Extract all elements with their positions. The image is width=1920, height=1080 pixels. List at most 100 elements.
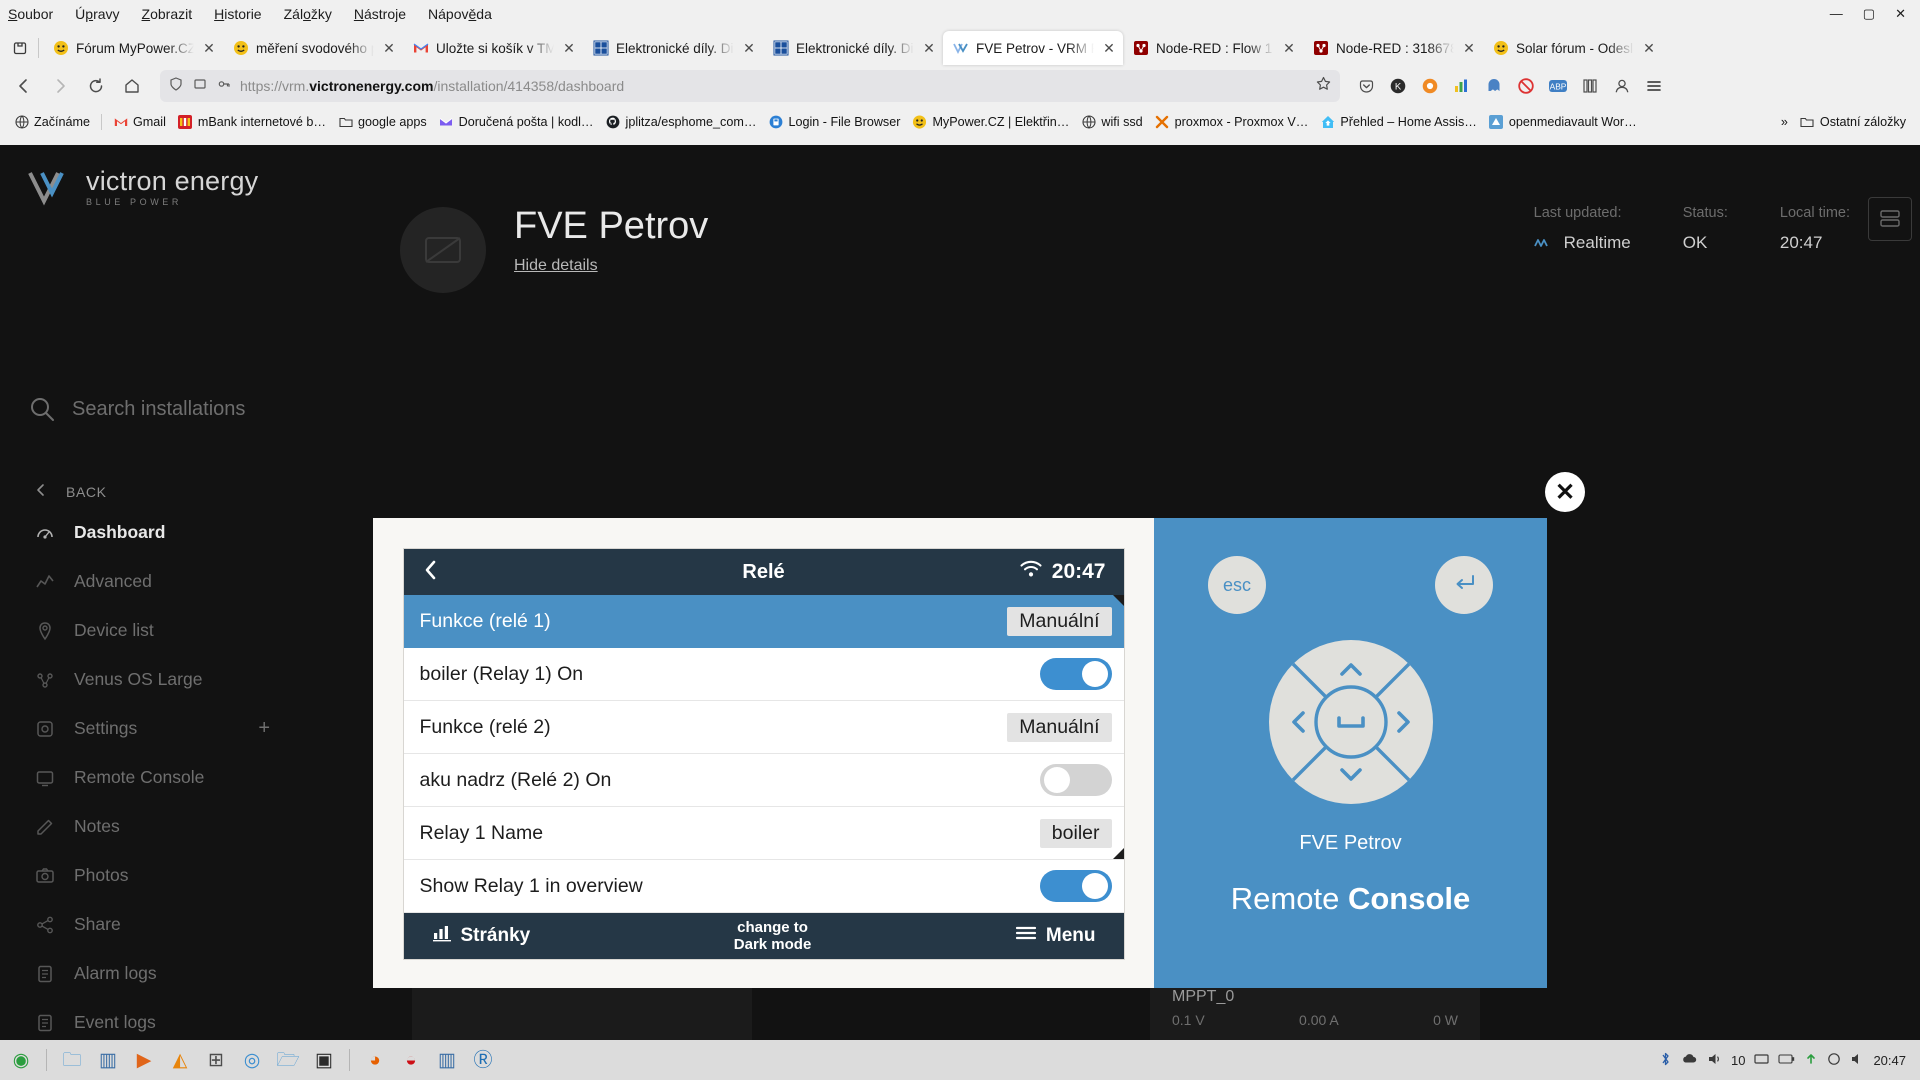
bookmark-item[interactable]: openmediavault Wor… <box>1483 112 1643 133</box>
list-all-tabs-button[interactable] <box>2 31 38 65</box>
network-icon[interactable] <box>1754 1052 1770 1068</box>
sidebar-item-notes[interactable]: Notes <box>0 802 370 851</box>
bookmark-star-icon[interactable] <box>1315 75 1332 97</box>
sidebar-item-photos[interactable]: Photos <box>0 851 370 900</box>
updates-icon[interactable] <box>1804 1052 1818 1069</box>
rstudio-window[interactable]: Ⓡ <box>468 1045 498 1075</box>
gx-toggle[interactable] <box>1039 764 1112 796</box>
battery-icon[interactable] <box>1778 1053 1795 1068</box>
firefox-window[interactable]: ◕ <box>360 1045 390 1075</box>
menu-button[interactable]: ◉ <box>6 1045 36 1075</box>
dpad-left-button[interactable] <box>1269 695 1324 750</box>
chevron-left-icon[interactable] <box>422 559 440 585</box>
shield-icon[interactable] <box>168 76 184 97</box>
volume-icon[interactable] <box>1707 1052 1722 1069</box>
sidebar-item-alarm-logs[interactable]: Alarm logs <box>0 949 370 998</box>
tab-close-button[interactable]: ✕ <box>921 40 937 57</box>
bookmark-item[interactable]: Přehled – Home Assis… <box>1314 112 1483 133</box>
dpad-down-button[interactable] <box>1323 749 1378 804</box>
bookmark-item[interactable]: google apps <box>332 112 433 133</box>
back-arrow-icon[interactable] <box>8 70 40 102</box>
gx-setting-row[interactable]: Funkce (relé 1) Manuální <box>403 595 1124 648</box>
sidebar-item-dashboard[interactable]: Dashboard <box>0 508 370 557</box>
extension-orange-icon[interactable] <box>1416 72 1444 100</box>
hide-details-link[interactable]: Hide details <box>514 257 598 275</box>
bookmark-item[interactable]: mBank internetové b… <box>172 112 332 133</box>
browser-tab[interactable]: měření svodového prou… ✕ <box>223 31 403 65</box>
browser-tab-active[interactable]: FVE Petrov - VRM Porta… ✕ <box>943 31 1123 65</box>
opera-window[interactable]: ◒ <box>396 1045 426 1075</box>
terminal-app[interactable]: ▣ <box>309 1045 339 1075</box>
layout-toggle-button[interactable] <box>1868 197 1912 241</box>
tab-close-button[interactable]: ✕ <box>1461 40 1477 57</box>
extension-chart-icon[interactable] <box>1448 72 1476 100</box>
forward-arrow-icon[interactable] <box>44 70 76 102</box>
browser-tab[interactable]: Solar fórum - Odeslat odpo… ✕ <box>1483 31 1663 65</box>
sidebar-expand-button[interactable]: + <box>258 717 270 740</box>
extension-k-icon[interactable]: K <box>1384 72 1412 100</box>
tab-close-button[interactable]: ✕ <box>1281 40 1297 57</box>
cloud-icon[interactable] <box>1681 1052 1698 1068</box>
tab-close-button[interactable]: ✕ <box>381 40 397 57</box>
sidebar-item-advanced[interactable]: Advanced <box>0 557 370 606</box>
home-icon[interactable] <box>116 70 148 102</box>
chromium-app[interactable]: ◎ <box>237 1045 267 1075</box>
gx-row-value[interactable]: boiler <box>1039 818 1112 848</box>
sidebar-item-settings[interactable]: Settings + <box>0 704 370 753</box>
gx-toggle[interactable] <box>1039 870 1112 902</box>
search-installations[interactable]: Search installations <box>28 395 245 423</box>
bookmarks-overflow-chevron[interactable]: » <box>1781 115 1788 129</box>
gx-row-value[interactable]: Manuální <box>1007 712 1112 742</box>
browser-tab[interactable]: Uložte si košík v TME - k… ✕ <box>403 31 583 65</box>
dpad-center-button[interactable] <box>1323 695 1378 750</box>
tab-close-button[interactable]: ✕ <box>1101 40 1117 57</box>
winamp-app[interactable]: ▥ <box>93 1045 123 1075</box>
reload-icon[interactable] <box>80 70 112 102</box>
lock-icon[interactable] <box>216 76 232 97</box>
bookmark-item[interactable]: MyPower.CZ | Elektřin… <box>906 112 1075 133</box>
media-player-app[interactable]: ▶ <box>129 1045 159 1075</box>
browser-tab[interactable]: Node-RED : Flow 1 ✕ <box>1123 31 1303 65</box>
bookmark-item[interactable]: proxmox - Proxmox V… <box>1149 112 1315 133</box>
bookmark-item[interactable]: wifi ssd <box>1075 112 1148 133</box>
menu-zobrazit[interactable]: Zobrazit <box>142 6 193 22</box>
browser-tab[interactable]: Elektronické díly. Distri… ✕ <box>583 31 763 65</box>
victron-logo[interactable]: victron energy BLUE POWER <box>28 167 258 207</box>
other-bookmarks-folder[interactable]: Ostatní záložky <box>1794 112 1912 133</box>
bookmark-item[interactable]: jplitza/esphome_com… <box>600 112 763 133</box>
search-input[interactable]: Search installations <box>72 398 245 421</box>
menu-historie[interactable]: Historie <box>214 6 261 22</box>
extension-ghost-icon[interactable] <box>1480 72 1508 100</box>
bluetooth-icon[interactable] <box>1659 1051 1672 1070</box>
bookmark-item[interactable]: Login - File Browser <box>762 112 906 133</box>
gx-mode-toggle[interactable]: change to Dark mode <box>734 919 812 954</box>
gx-pages-button[interactable]: Stránky <box>432 924 530 948</box>
files-app[interactable]: 🗁 <box>273 1045 303 1075</box>
winamp-window[interactable]: ▥ <box>432 1045 462 1075</box>
sidebar-back[interactable]: BACK <box>0 475 370 508</box>
tab-close-button[interactable]: ✕ <box>561 40 577 57</box>
esc-key-button[interactable]: esc <box>1208 556 1266 614</box>
bookmark-item[interactable]: Doručená pošta | kodl… <box>433 112 600 133</box>
tab-close-button[interactable]: ✕ <box>1641 40 1657 57</box>
gx-setting-row[interactable]: Show Relay 1 in overview <box>403 860 1124 913</box>
url-text[interactable]: https://vrm.victronenergy.com/installati… <box>240 78 1307 94</box>
sidebar-item-remote-console[interactable]: Remote Console <box>0 753 370 802</box>
calculator-app[interactable]: ⊞ <box>201 1045 231 1075</box>
browser-tab[interactable]: Node-RED : 318678-nod… ✕ <box>1303 31 1483 65</box>
menu-upravy[interactable]: Úpravy <box>75 6 119 22</box>
gx-setting-row[interactable]: boiler (Relay 1) On <box>403 648 1124 701</box>
gx-row-value[interactable]: Manuální <box>1007 606 1112 636</box>
enter-key-button[interactable] <box>1435 556 1493 614</box>
menu-napoveda[interactable]: Nápověda <box>428 6 492 22</box>
sidebar-item-share[interactable]: Share <box>0 900 370 949</box>
maximize-button[interactable]: ▢ <box>1863 7 1875 20</box>
gx-toggle[interactable] <box>1039 658 1112 690</box>
gx-menu-button[interactable]: Menu <box>1015 925 1096 947</box>
tab-close-button[interactable]: ✕ <box>201 40 217 57</box>
menu-nastroje[interactable]: Nástroje <box>354 6 406 22</box>
tab-close-button[interactable]: ✕ <box>741 40 757 57</box>
misc-icon[interactable] <box>1827 1052 1841 1069</box>
close-window-button[interactable]: ✕ <box>1895 7 1906 20</box>
browser-tab[interactable]: Elektronické díly. Distri… ✕ <box>763 31 943 65</box>
